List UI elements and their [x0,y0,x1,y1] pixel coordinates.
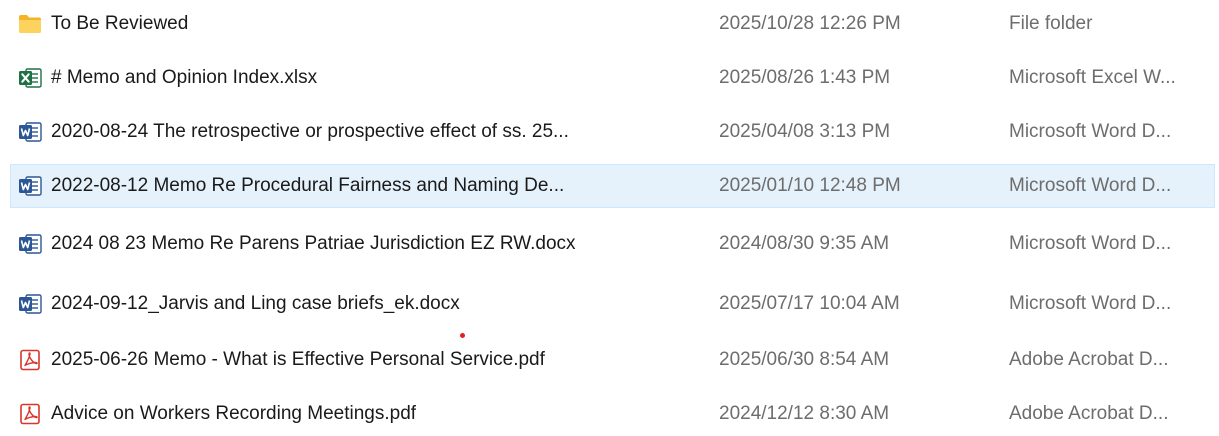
name-cell: 2020-08-24 The retrospective or prospect… [18,110,708,154]
word-file-icon [18,174,42,198]
file-type: Microsoft Word D... [1009,175,1172,196]
file-list: To Be Reviewed 2025/10/28 12:26 PM File … [0,0,1219,432]
file-row[interactable]: To Be Reviewed 2025/10/28 12:26 PM File … [10,2,1215,46]
file-type: Microsoft Word D... [1009,121,1172,142]
date-modified: 2024/08/30 9:35 AM [719,233,890,254]
pdf-file-icon [18,348,42,372]
date-modified: 2025/01/10 12:48 PM [719,175,901,196]
file-type: Microsoft Excel W... [1009,67,1176,88]
folder-icon [18,12,42,36]
date-modified: 2025/08/26 1:43 PM [719,67,891,88]
word-file-icon [18,120,42,144]
file-type: Adobe Acrobat D... [1009,349,1169,370]
name-cell: 2024-09-12_Jarvis and Ling case briefs_e… [18,282,708,326]
file-row[interactable]: 2020-08-24 The retrospective or prospect… [10,110,1215,154]
file-name: # Memo and Opinion Index.xlsx [51,67,318,88]
file-name: 2024 08 23 Memo Re Parens Patriae Jurisd… [51,233,576,254]
file-name: 2025-06-26 Memo - What is Effective Pers… [51,349,545,370]
date-modified: 2025/10/28 12:26 PM [719,13,901,34]
red-dot-marker [460,333,465,338]
file-name: 2024-09-12_Jarvis and Ling case briefs_e… [51,293,460,314]
file-row[interactable]: 2024 08 23 Memo Re Parens Patriae Jurisd… [10,222,1215,266]
file-row-selected[interactable]: 2022-08-12 Memo Re Procedural Fairness a… [10,164,1215,208]
file-row[interactable]: 2025-06-26 Memo - What is Effective Pers… [10,338,1215,382]
name-cell: 2022-08-12 Memo Re Procedural Fairness a… [18,164,708,208]
date-modified: 2025/04/08 3:13 PM [719,121,891,142]
file-type: Microsoft Word D... [1009,233,1172,254]
word-file-icon [18,292,42,316]
date-modified: 2025/06/30 8:54 AM [719,349,890,370]
name-cell: To Be Reviewed [18,2,708,46]
file-row[interactable]: # Memo and Opinion Index.xlsx 2025/08/26… [10,56,1215,100]
file-name: To Be Reviewed [51,13,189,34]
file-row[interactable]: Advice on Workers Recording Meetings.pdf… [10,392,1215,436]
name-cell: # Memo and Opinion Index.xlsx [18,56,708,100]
file-type: Microsoft Word D... [1009,293,1172,314]
file-name: Advice on Workers Recording Meetings.pdf [51,403,417,424]
pdf-file-icon [18,402,42,426]
file-type: Adobe Acrobat D... [1009,403,1169,424]
file-row[interactable]: 2024-09-12_Jarvis and Ling case briefs_e… [10,282,1215,326]
word-file-icon [18,232,42,256]
file-name: 2020-08-24 The retrospective or prospect… [51,121,569,142]
date-modified: 2025/07/17 10:04 AM [719,293,900,314]
date-modified: 2024/12/12 8:30 AM [719,403,890,424]
name-cell: 2025-06-26 Memo - What is Effective Pers… [18,338,708,382]
file-type: File folder [1009,13,1093,34]
file-name: 2022-08-12 Memo Re Procedural Fairness a… [51,175,565,196]
name-cell: 2024 08 23 Memo Re Parens Patriae Jurisd… [18,222,708,266]
excel-file-icon [18,66,42,90]
name-cell: Advice on Workers Recording Meetings.pdf [18,392,708,436]
